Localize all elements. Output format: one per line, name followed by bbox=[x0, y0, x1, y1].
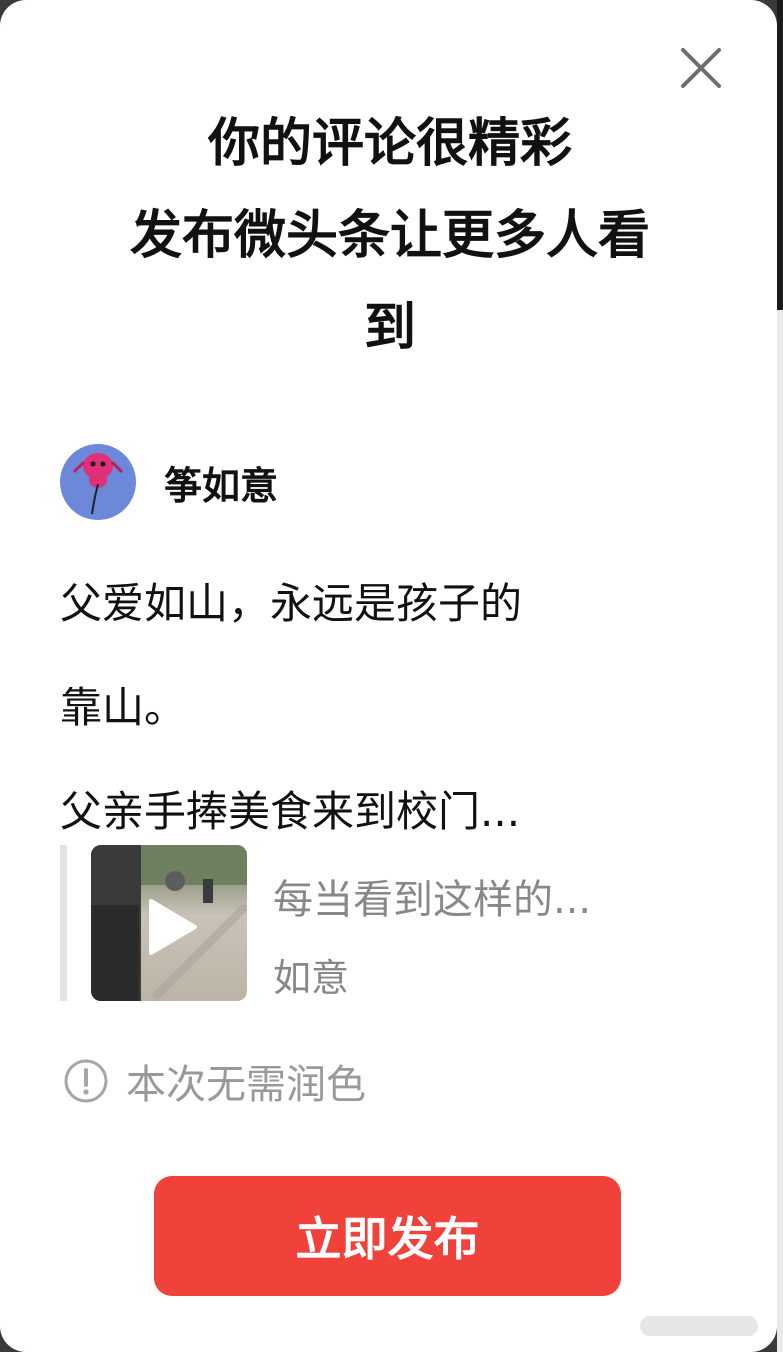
home-indicator bbox=[640, 1316, 758, 1336]
author-name: 筝如意 bbox=[164, 463, 279, 508]
quoted-post-author: 如意 bbox=[273, 956, 350, 1000]
publish-button[interactable]: 立即发布 bbox=[154, 1176, 621, 1296]
publish-dialog: 你的评论很精彩 发布微头条让更多人看 到 筝如意 父爱如山，永远是孩子的 靠山。… bbox=[0, 0, 777, 1352]
title-line-3: 到 bbox=[363, 298, 416, 358]
polish-notice: 本次无需润色 bbox=[62, 1052, 366, 1110]
comment-text: 父爱如山，永远是孩子的 靠山。 父亲手捧美食来到校门... bbox=[60, 552, 740, 864]
info-icon bbox=[64, 1059, 108, 1103]
comment-line-1: 父爱如山，永远是孩子的 bbox=[60, 579, 523, 628]
quoted-post-text: 每当看到这样的... bbox=[273, 877, 592, 923]
play-icon[interactable] bbox=[143, 897, 199, 957]
notice-text: 本次无需润色 bbox=[126, 1062, 366, 1108]
avatar bbox=[60, 444, 136, 520]
comment-line-2: 靠山。 bbox=[60, 683, 187, 732]
author-row: 筝如意 bbox=[60, 444, 278, 520]
background-edge-dark bbox=[777, 0, 783, 310]
quoted-post[interactable]: 每当看到这样的... 如意 bbox=[60, 845, 747, 1001]
close-icon[interactable] bbox=[678, 45, 724, 91]
video-thumbnail[interactable] bbox=[91, 845, 247, 1001]
title-line-1: 你的评论很精彩 bbox=[207, 114, 572, 174]
background-edge bbox=[777, 0, 783, 1352]
dialog-title: 你的评论很精彩 发布微头条让更多人看 到 bbox=[40, 98, 740, 374]
title-line-2: 发布微头条让更多人看 bbox=[129, 206, 650, 266]
